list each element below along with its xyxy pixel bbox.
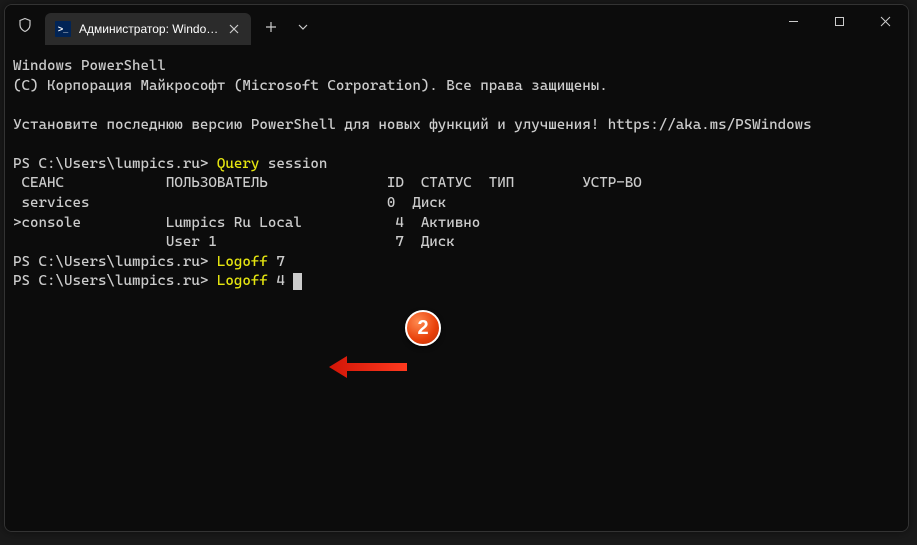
window-controls: [770, 5, 908, 45]
titlebar-left: >_ Администратор: Windows Po: [5, 5, 319, 45]
close-button[interactable]: [862, 5, 908, 37]
prompt: PS C:\Users\lumpics.ru>: [13, 254, 217, 270]
tab-title: Администратор: Windows Po: [79, 22, 219, 36]
step-badge: 2: [405, 310, 441, 346]
terminal-window: >_ Администратор: Windows Po: [4, 4, 909, 532]
powershell-icon: >_: [55, 21, 71, 37]
titlebar[interactable]: >_ Администратор: Windows Po: [5, 5, 908, 45]
tab-close-button[interactable]: [227, 20, 241, 38]
command-arg: 4: [268, 273, 285, 289]
prompt: PS C:\Users\lumpics.ru>: [13, 273, 217, 289]
cursor: [293, 273, 302, 290]
command-arg: session: [259, 156, 327, 172]
command-keyword: Logoff: [217, 254, 268, 270]
maximize-button[interactable]: [816, 5, 862, 37]
table-header: СЕАНС ПОЛЬЗОВАТЕЛЬ ID СТАТУС ТИП УСТР-ВО: [13, 175, 642, 191]
command-keyword: Query: [217, 156, 259, 172]
command-arg: 7: [268, 254, 285, 270]
table-row: services 0 Диск: [13, 195, 446, 211]
prompt: PS C:\Users\lumpics.ru>: [13, 156, 217, 172]
annotation-overlay: 2: [329, 310, 441, 346]
table-row: User 1 7 Диск: [13, 234, 455, 250]
output-line: Установите последнюю версию PowerShell д…: [13, 117, 812, 133]
shield-icon: [5, 17, 45, 33]
command-keyword: Logoff: [217, 273, 268, 289]
new-tab-button[interactable]: [255, 11, 287, 43]
minimize-button[interactable]: [770, 5, 816, 37]
terminal-content[interactable]: Windows PowerShell (C) Корпорация Майкро…: [5, 45, 908, 531]
tab-powershell[interactable]: >_ Администратор: Windows Po: [45, 13, 251, 45]
tab-dropdown-button[interactable]: [287, 11, 319, 43]
arrow-icon: [329, 317, 407, 339]
table-row: >console Lumpics Ru Local 4 Активно: [13, 215, 480, 231]
output-line: Windows PowerShell: [13, 58, 166, 74]
output-line: (C) Корпорация Майкрософт (Microsoft Cor…: [13, 78, 608, 94]
